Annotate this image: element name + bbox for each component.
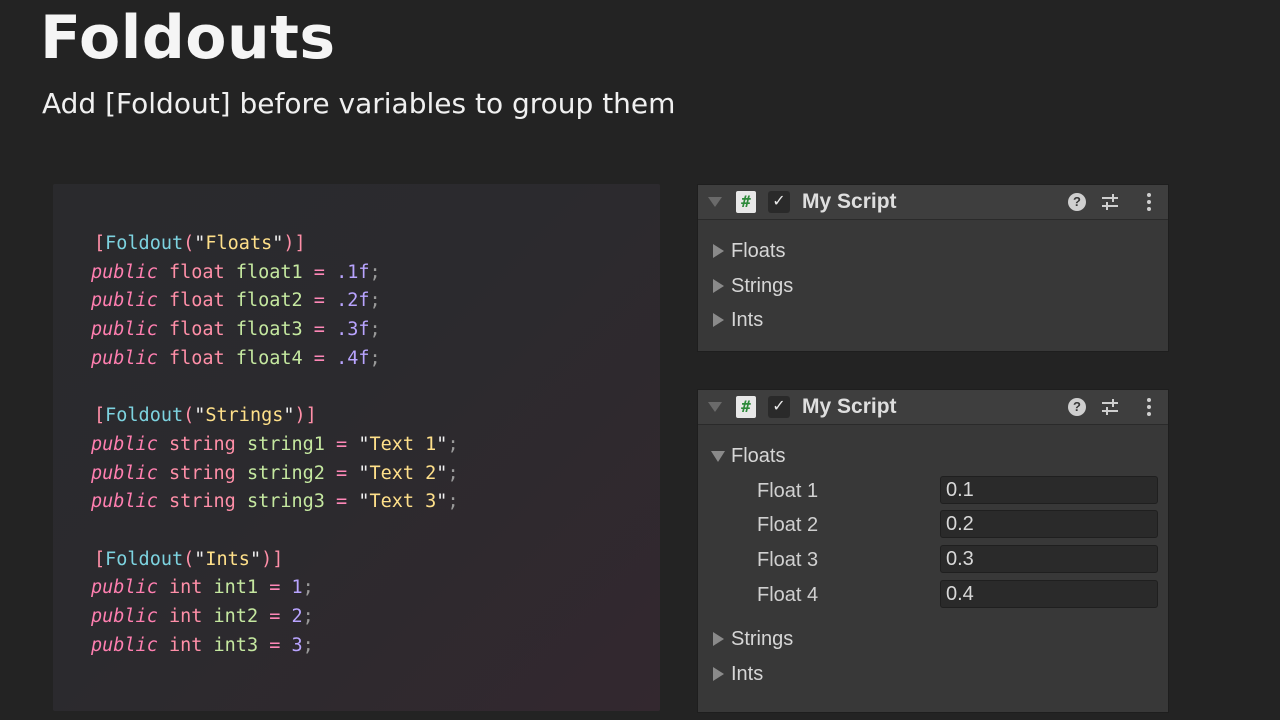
script-hash-icon: # [736,396,756,418]
enabled-checkbox[interactable]: ✓ [768,191,790,213]
help-icon[interactable]: ? [1068,193,1086,211]
property-label: Float 3 [757,549,819,572]
property-row: Float 4 0.4 [698,578,1168,613]
float-2-field[interactable]: 0.2 [940,510,1158,539]
foldout-floats[interactable]: Floats [698,439,1168,474]
code-attribute-line: [Foldout("Floats")] [94,233,306,254]
preset-sliders-icon[interactable] [1100,192,1120,212]
component-header[interactable]: # ✓ My Script ? [698,390,1168,425]
script-hash-icon: # [736,191,756,213]
property-label: Float 4 [757,583,819,606]
kebab-menu-icon[interactable] [1146,397,1152,417]
inspector-collapsed: # ✓ My Script ? Floats Strings Ints [697,184,1169,352]
enabled-checkbox[interactable]: ✓ [768,396,790,418]
component-collapse-arrow-icon[interactable] [708,197,722,207]
code-line: public float float4 = .4f; [91,347,381,369]
slide-title: Foldouts [40,3,336,73]
foldout-ints[interactable]: Ints [698,303,1168,338]
code-line: public int int1 = 1; [91,577,314,599]
foldout-strings[interactable]: Strings [698,269,1168,304]
triangle-right-icon [713,278,724,293]
slide-subtitle: Add [Foldout] before variables to group … [42,87,676,120]
property-label: Float 1 [757,479,819,502]
triangle-down-icon [711,451,725,462]
foldout-floats[interactable]: Floats [698,234,1168,269]
code-attribute-line: [Foldout("Strings")] [94,405,317,427]
code-line: public int int2 = 2; [91,605,314,627]
triangle-right-icon [713,632,724,647]
triangle-right-icon [713,667,724,682]
kebab-menu-icon[interactable] [1146,192,1152,212]
component-title: My Script [802,190,897,213]
foldout-ints[interactable]: Ints [698,657,1168,692]
help-icon[interactable]: ? [1068,398,1086,416]
code-line: public string string3 = "Text 3"; [91,491,459,513]
property-row: Float 1 0.1 [698,474,1168,509]
triangle-right-icon [713,313,724,328]
code-panel: [Foldout("Floats")] public float float1 =… [53,184,660,711]
property-row: Float 3 0.3 [698,543,1168,578]
float-4-field[interactable]: 0.4 [940,579,1158,608]
preset-sliders-icon[interactable] [1100,397,1120,417]
component-header[interactable]: # ✓ My Script ? [698,185,1168,220]
float-1-field[interactable]: 0.1 [940,475,1158,504]
code-line: public float float3 = .3f; [91,319,381,341]
property-row: Float 2 0.2 [698,508,1168,543]
triangle-right-icon [713,244,724,258]
code-line: public int int3 = 3; [91,634,314,656]
code-attribute-line: [Foldout("Ints")] [94,548,284,570]
code-line: public string string1 = "Text 1"; [91,433,459,455]
foldout-strings[interactable]: Strings [698,622,1168,657]
inspector-expanded: # ✓ My Script ? Floats Float 1 0.1 Float… [697,389,1169,713]
component-title: My Script [802,395,897,418]
code-line: public string string2 = "Text 2"; [91,462,459,484]
code-line: public float float2 = .2f; [91,290,381,312]
code-line: public float float1 = .1f; [91,261,381,283]
float-3-field[interactable]: 0.3 [940,545,1158,574]
property-label: Float 2 [757,514,819,537]
code-block: [Foldout("Floats")] public float float1 =… [91,230,459,660]
component-collapse-arrow-icon[interactable] [708,402,722,412]
